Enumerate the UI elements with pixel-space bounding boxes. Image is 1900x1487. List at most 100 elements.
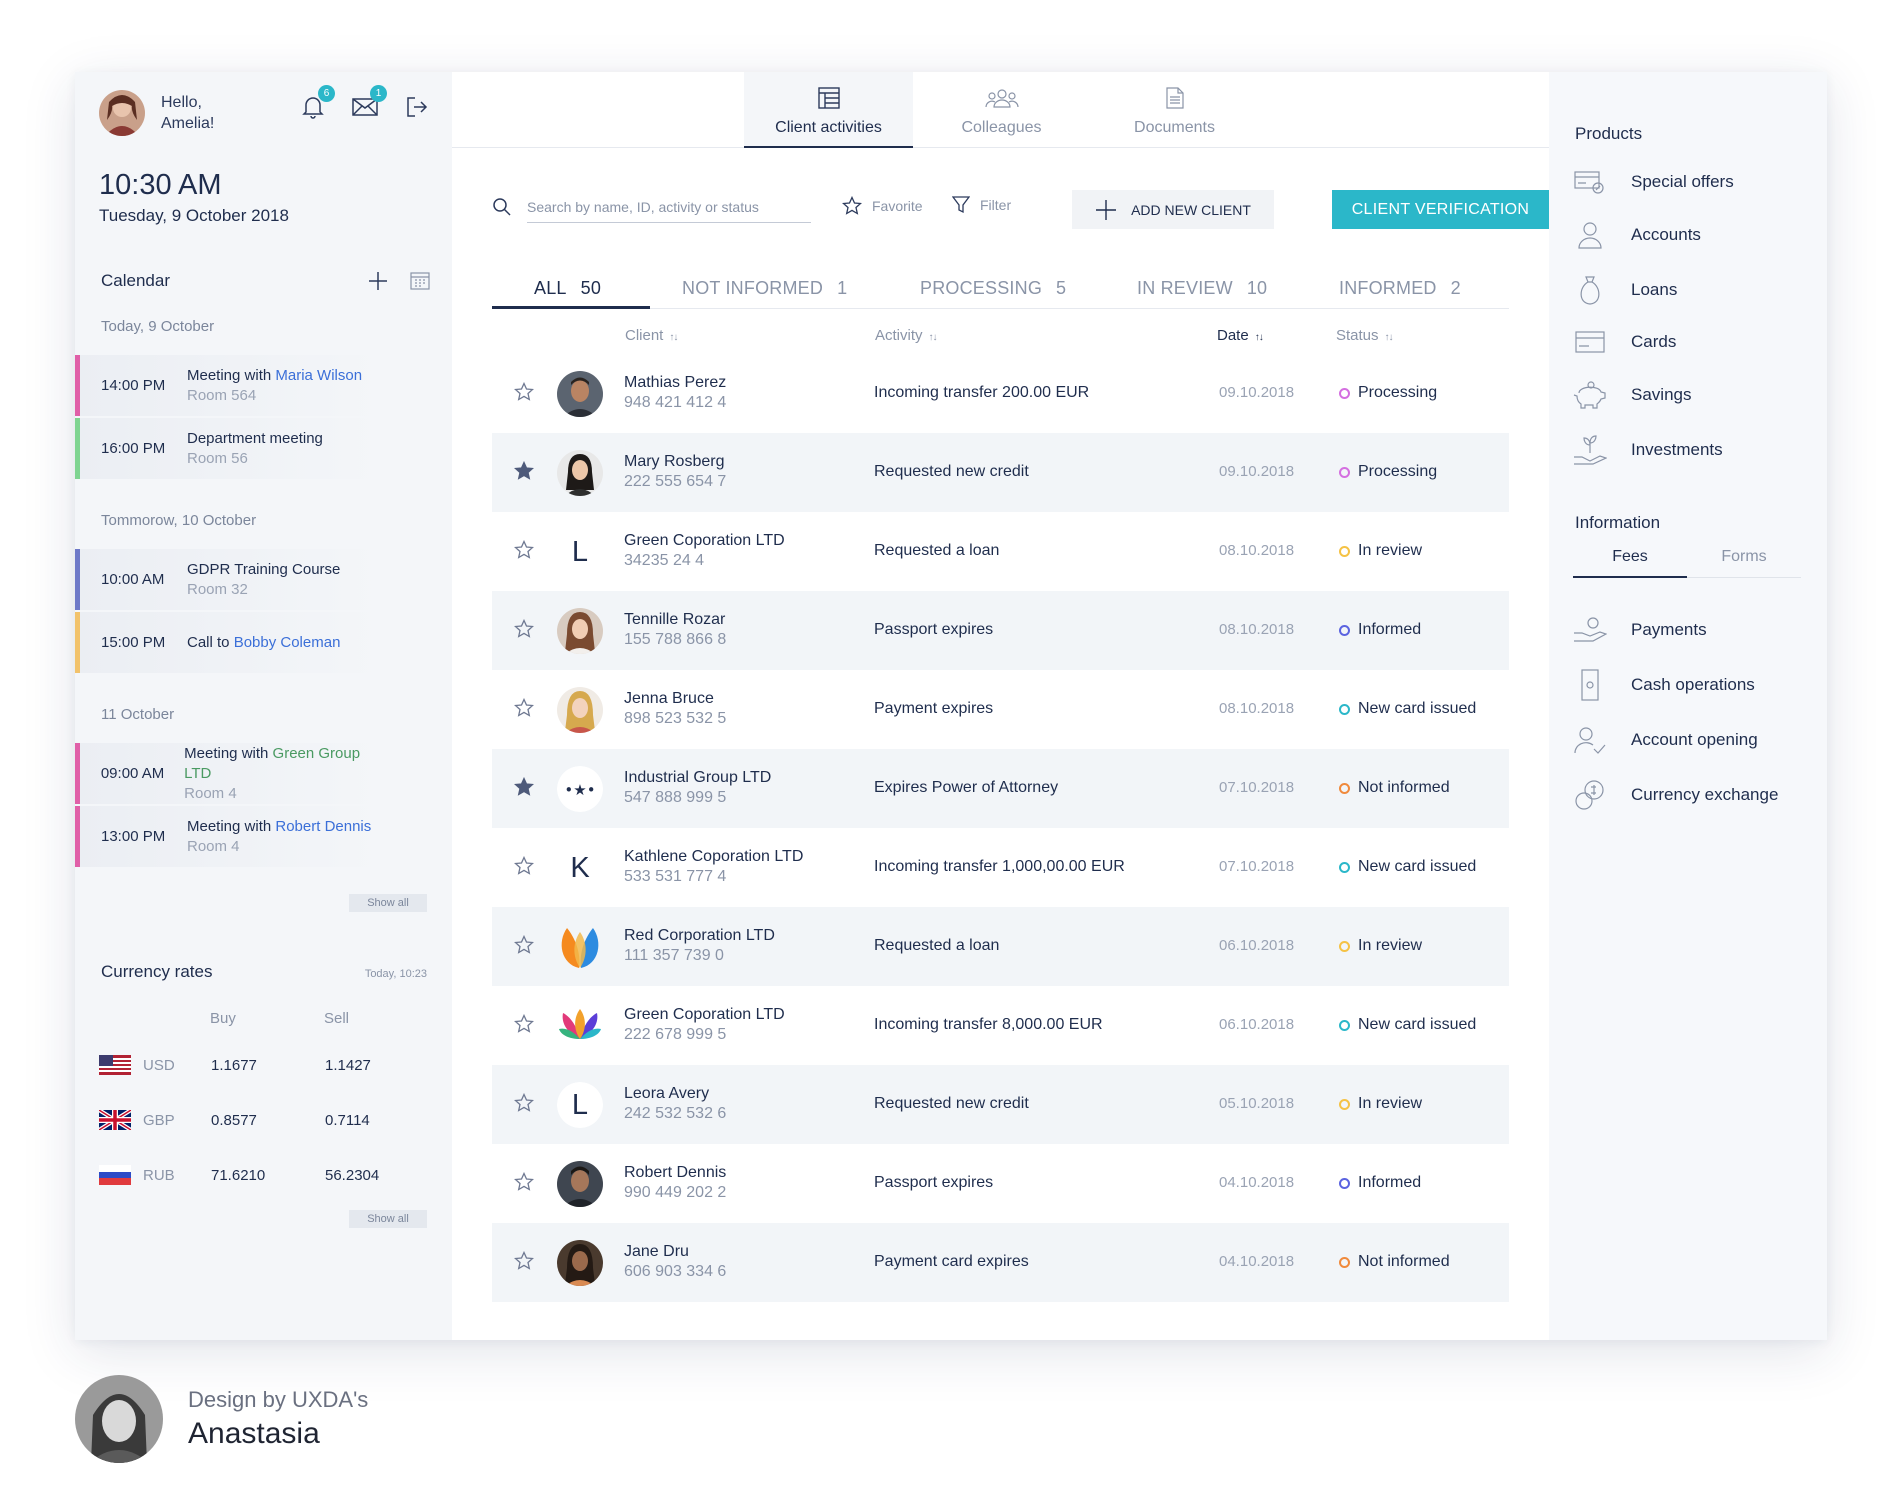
calendar-event[interactable]: 16:00 PM Department meeting Room 56 [75,418,385,479]
table-row[interactable]: Jane Dru 606 903 334 6 Payment card expire… [492,1223,1509,1302]
favorite-toggle[interactable] [513,934,535,955]
menu-loans[interactable]: Loans [1573,273,1677,307]
menu-cards[interactable]: Cards [1573,325,1676,359]
status-tab-processing[interactable]: PROCESSING 5 [920,265,1066,309]
money-bag-icon [1580,276,1600,305]
search-input[interactable] [527,199,807,215]
calendar-event[interactable]: 10:00 AM GDPR Training Course Room 32 [75,549,385,610]
clock-date: Tuesday, 9 October 2018 [99,206,289,225]
table-row[interactable]: L Leora Avery 242 532 532 6 Requested new c… [492,1065,1509,1144]
activity-date: 09.10.2018 [1219,463,1295,480]
status-label: Processing [1358,463,1438,480]
table-row[interactable]: Mary Rosberg 222 555 654 7 Requested new c… [492,433,1509,512]
menu-savings[interactable]: Savings [1573,378,1691,412]
add-event-button[interactable] [368,271,388,291]
table-row[interactable]: •★• Industrial Group LTD 547 888 999 5 Expi… [492,749,1509,828]
calendar-view-button[interactable] [410,272,430,290]
status-label: Not informed [1358,1253,1450,1270]
table-row[interactable]: Green Coporation LTD 222 678 999 5 Incomin… [492,986,1509,1065]
favorite-toggle[interactable] [513,1171,535,1192]
table-row[interactable]: Jenna Bruce 898 523 532 5 Payment expires 0… [492,670,1509,749]
favorite-toggle[interactable] [513,1092,535,1113]
status-tab-not-informed[interactable]: NOT INFORMED 1 [682,265,847,309]
client-avatar: L [557,529,603,575]
column-date[interactable]: Date ↑↓ [1217,327,1264,344]
column-status[interactable]: Status ↑↓ [1336,327,1394,344]
favorite-toggle[interactable] [513,776,535,797]
client-name[interactable]: Tennille Rozar [624,611,725,629]
event-link[interactable]: Maria Wilson [275,367,362,384]
currency-show-all-button[interactable]: Show all [349,1210,427,1228]
menu-investments[interactable]: Investments [1573,433,1723,467]
calendar-event[interactable]: 15:00 PM Call to Bobby Coleman [75,612,385,673]
table-row[interactable]: K Kathlene Coporation LTD 533 531 777 4 Inc… [492,828,1509,907]
filter-button[interactable]: Filter [952,196,1011,214]
client-name[interactable]: Mary Rosberg [624,453,724,471]
favorite-toggle[interactable] [513,697,535,718]
favorite-toggle[interactable] [513,855,535,876]
event-room: Room 4 [184,784,237,802]
tab-fees[interactable]: Fees [1573,548,1687,578]
client-name[interactable]: Mathias Perez [624,374,726,392]
column-client[interactable]: Client ↑↓ [625,327,678,344]
notifications-button[interactable]: 6 [300,85,335,120]
calendar-event[interactable]: 09:00 AM Meeting with Green Group LTD Roo… [75,743,385,804]
designer-credit: Design by UXDA's Anastasia [75,1375,368,1463]
tab-colleagues[interactable]: Colleagues [917,72,1086,148]
status-tab-all[interactable]: ALL 50 [492,265,650,309]
status-tab-in-review[interactable]: IN REVIEW 10 [1137,265,1267,309]
client-name[interactable]: Kathlene Coporation LTD [624,848,803,866]
menu-account-opening[interactable]: Account opening [1573,723,1758,757]
client-name[interactable]: Industrial Group LTD [624,769,771,787]
calendar-event[interactable]: 13:00 PM Meeting with Robert Dennis Room … [75,806,385,867]
table-row[interactable]: Robert Dennis 990 449 202 2 Passport expir… [492,1144,1509,1223]
table-row[interactable]: Mathias Perez 948 421 412 4 Incoming trans… [492,354,1509,433]
favorite-toggle[interactable] [513,1013,535,1034]
table-row[interactable]: Red Corporation LTD 111 357 739 0 Requeste… [492,907,1509,986]
favorite-toggle[interactable] [513,1250,535,1271]
calendar-show-all-button[interactable]: Show all [349,894,427,912]
favorite-toggle[interactable] [513,381,535,402]
client-name[interactable]: Green Coporation LTD [624,532,785,550]
menu-cash-operations[interactable]: Cash operations [1573,668,1755,702]
client-name[interactable]: Green Coporation LTD [624,1006,785,1024]
messages-button[interactable]: 1 [352,85,387,120]
client-name[interactable]: Jenna Bruce [624,690,714,708]
tab-documents[interactable]: Documents [1090,72,1259,148]
phone-icon [1581,669,1599,701]
column-activity[interactable]: Activity ↑↓ [875,327,938,344]
status-tab-count: 5 [1056,278,1067,298]
favorite-toggle[interactable] [513,460,535,481]
menu-payments[interactable]: Payments [1573,613,1707,647]
client-verification-button[interactable]: CLIENT VERIFICATION [1332,190,1549,229]
activity-date: 04.10.2018 [1219,1253,1295,1270]
tab-client-activities[interactable]: Client activities [744,72,913,148]
currency-row: GBP 0.8577 0.7114 [99,1109,370,1131]
add-new-client-button[interactable]: ADD NEW CLIENT [1072,190,1274,229]
status-tab-informed[interactable]: INFORMED 2 [1339,265,1461,309]
logout-button[interactable] [404,94,430,120]
event-link[interactable]: Robert Dennis [275,818,371,835]
event-room: Room 32 [187,580,248,598]
tab-forms[interactable]: Forms [1687,548,1801,578]
menu-accounts[interactable]: Accounts [1573,218,1701,252]
client-name[interactable]: Leora Avery [624,1085,709,1103]
client-avatar [557,450,603,496]
table-row[interactable]: Tennille Rozar 155 788 866 8 Passport expi… [492,591,1509,670]
status-badge: In review [1339,542,1422,560]
client-name[interactable]: Jane Dru [624,1243,689,1261]
search-box[interactable] [492,190,811,224]
table-row[interactable]: L Green Coporation LTD 34235 24 4 Requested… [492,512,1509,591]
favorite-toggle[interactable] [513,539,535,560]
menu-special-offers[interactable]: Special offers [1573,165,1734,199]
client-name[interactable]: Robert Dennis [624,1164,726,1182]
menu-label: Account opening [1631,730,1758,749]
event-link[interactable]: Bobby Coleman [234,634,341,651]
calendar-event[interactable]: 14:00 PM Meeting with Maria Wilson Room 5… [75,355,385,416]
favorite-toggle[interactable] [513,618,535,639]
menu-currency-exchange[interactable]: Currency exchange [1573,778,1778,812]
client-name[interactable]: Red Corporation LTD [624,927,775,945]
user-avatar[interactable] [99,90,145,136]
currency-buy: 71.6210 [211,1166,266,1184]
favorite-button[interactable]: Favorite [842,196,923,216]
